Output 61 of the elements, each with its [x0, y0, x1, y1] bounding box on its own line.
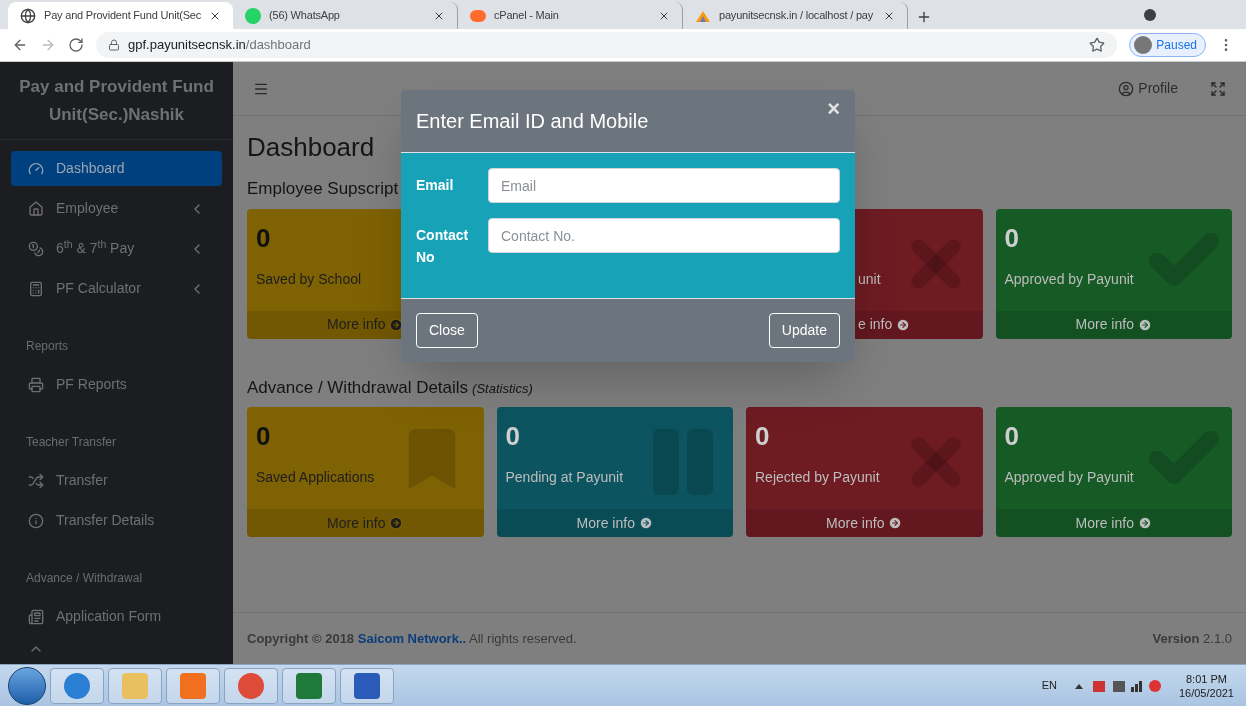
stat-value: 0 [256, 221, 271, 255]
page-title: Dashboard [247, 131, 376, 164]
stat-value: 0 [755, 420, 770, 453]
sidebar-item[interactable]: Application Form [11, 599, 222, 634]
sidebar-item[interactable]: PF Calculator [11, 271, 222, 306]
item-label: 6$^{th}$ & 7$^{th}$ Pay [56, 238, 136, 258]
section-subtitle: (Statistics) [472, 379, 533, 398]
stat-label: Pending at Payunit [505, 468, 624, 487]
sidebar-section-title: Reports [25, 338, 70, 355]
stat-label: Approved by Payunit [1004, 269, 1134, 289]
sidebar-section-title: Advance / Withdrawal [25, 570, 144, 587]
clock-date: 16/05/2021 [1178, 685, 1234, 700]
stat-value: 0 [1004, 221, 1019, 255]
item-label: Transfer [56, 471, 109, 490]
item-label: Dashboard [56, 159, 126, 178]
url-text: gpf.payunitsecnsk.in/dashboard [128, 36, 311, 55]
stat-value: 0 [1004, 420, 1019, 453]
field-label: Contact No [416, 226, 470, 267]
section-title: Employee Supscript [247, 178, 399, 200]
stat-label: Saved by School [256, 269, 362, 289]
section-title: Advance / Withdrawal Details [247, 376, 469, 399]
more-info-link[interactable]: e info [858, 314, 911, 335]
sidebar-item[interactable]: Transfer Details [11, 503, 222, 538]
sidebar-item[interactable]: Employee [11, 191, 222, 226]
tab-title: (56) WhatsApp [269, 8, 341, 24]
update-button[interactable]: Update [768, 313, 840, 348]
close-button[interactable]: × [827, 98, 840, 120]
tab-title: Pay and Provident Fund Unit(Sec [44, 8, 202, 24]
tab-title: cPanel - Main [494, 8, 560, 24]
sidebar-item[interactable]: 6$^{th}$ & 7$^{th}$ Pay [11, 231, 222, 266]
item-label: PF Reports [56, 375, 128, 394]
profile-link[interactable]: Profile [1118, 78, 1178, 99]
stat-label: Saved Applications [256, 468, 375, 487]
sidebar-item[interactable]: Dashboard [11, 151, 222, 186]
clock-time: 8:01 PM [1186, 671, 1227, 686]
brand-title: Pay and Provident Fund Unit(Sec.)Nashik [18, 75, 215, 126]
text-field[interactable]: Email [488, 168, 840, 203]
field-label: Email [416, 176, 455, 195]
text-field[interactable]: Contact No. [488, 218, 840, 253]
tab-title: payunitsecnsk.in / localhost / pay [719, 8, 874, 24]
item-label: Employee [56, 199, 120, 218]
company-link[interactable]: Saicom Network.. [357, 630, 467, 646]
item-label: PF Calculator [56, 279, 142, 298]
modal-title: Enter Email ID and Mobile [416, 109, 649, 134]
item-label: Transfer Details [56, 511, 156, 530]
sidebar-item[interactable]: Transfer [11, 463, 222, 498]
profile-chip[interactable]: Paused [1129, 33, 1206, 57]
language-indicator[interactable]: EN [1041, 677, 1057, 694]
item-label: Application Form [56, 607, 163, 626]
sidebar-section-title: Teacher Transfer [25, 434, 118, 451]
stat-label: Approved by Payunit [1004, 468, 1134, 487]
version-text: Version 2.1.0 [1152, 629, 1232, 648]
browser-tab[interactable]: Pay and Provident Fund Unit(Sec [8, 2, 233, 29]
stat-value: 0 [256, 420, 271, 453]
stat-label: unit [858, 269, 881, 289]
address-bar[interactable]: gpf.payunitsecnsk.in/dashboard [96, 32, 1118, 58]
stat-label: Rejected by Payunit [755, 468, 880, 487]
stat-value: 0 [505, 420, 520, 453]
sidebar-item[interactable]: PF Reports [11, 367, 222, 402]
copyright-text: Copyright © 2018 Saicom Network.. All rights reserved. [247, 629, 577, 648]
close-button[interactable]: Close [416, 313, 478, 348]
